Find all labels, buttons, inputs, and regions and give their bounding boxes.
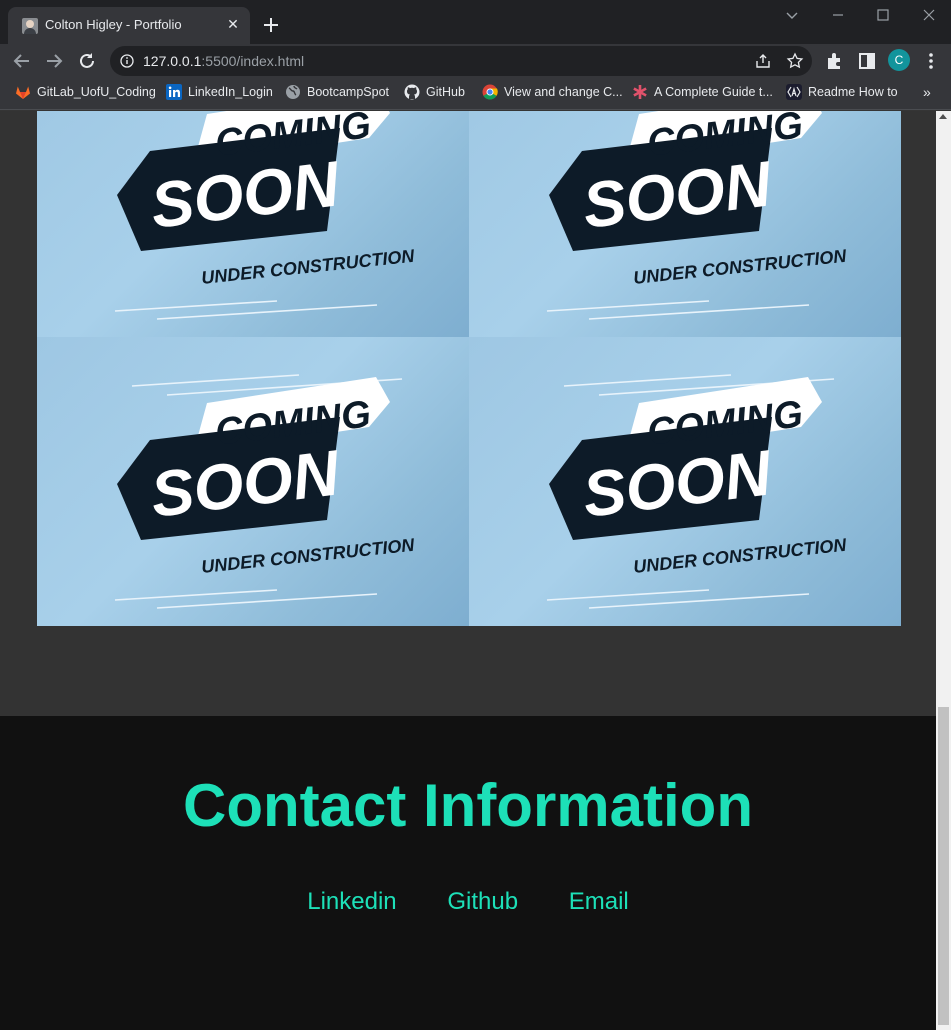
coming-soon-image: COMING SOON UNDER CONSTRUCTION — [469, 337, 901, 626]
coming-soon-graphic: COMINGSOONUNDER CONSTRUCTION — [114, 374, 416, 609]
decor-line — [131, 374, 300, 387]
page-viewport: COMING SOON UNDER CONSTRUCTION COMING SOON U… — [0, 111, 936, 1030]
extensions-puzzle-icon[interactable] — [824, 50, 846, 72]
decor-line — [546, 589, 710, 601]
bookmark-label: Readme How to — [808, 85, 898, 99]
minimize-icon[interactable] — [829, 6, 847, 24]
contact-title: Contact Information — [183, 772, 753, 839]
vertical-scrollbar[interactable] — [936, 111, 951, 1030]
tab-title: Colton Higley - Portfolio — [45, 17, 182, 32]
side-panel-icon[interactable] — [856, 50, 878, 72]
contact-links: Linkedin Github Email — [0, 888, 936, 916]
info-icon[interactable] — [120, 54, 134, 68]
under-construction-text: UNDER CONSTRUCTION — [632, 535, 848, 577]
github-icon — [404, 84, 420, 100]
bookmark-label: GitLab_UofU_Coding — [37, 85, 156, 99]
tab-strip: Colton Higley - Portfolio ✕ — [0, 0, 951, 44]
bookmark-label: View and change C... — [504, 85, 623, 99]
coming-soon-graphic: COMINGSOONUNDER CONSTRUCTION — [114, 111, 416, 320]
profile-avatar[interactable]: C — [888, 49, 910, 71]
coming-soon-image: COMING SOON UNDER CONSTRUCTION — [37, 111, 469, 337]
decor-line — [546, 300, 710, 312]
window-close-icon[interactable] — [920, 6, 938, 24]
readme-icon — [786, 84, 802, 100]
project-gallery: COMING SOON UNDER CONSTRUCTION COMING SOON U… — [37, 111, 901, 626]
bookmarks-bar: GitLab_UofU_Coding LinkedIn_Login Bootca… — [0, 78, 951, 110]
linkedin-icon — [166, 84, 182, 100]
github-link[interactable]: Github — [447, 888, 518, 915]
coming-soon-image: COMING SOON UNDER CONSTRUCTION — [469, 111, 901, 337]
star-icon[interactable] — [786, 52, 804, 70]
profile-photo-favicon-icon — [22, 18, 38, 34]
coming-soon-graphic: COMINGSOONUNDER CONSTRUCTION — [546, 111, 848, 320]
bookmark-label: BootcampSpot — [307, 85, 389, 99]
linkedin-link[interactable]: Linkedin — [307, 888, 396, 915]
back-arrow-icon[interactable] — [9, 48, 35, 74]
address-bar[interactable]: 127.0.0.1:5500/index.html — [110, 46, 812, 76]
globe-icon — [286, 85, 300, 99]
under-construction-text: UNDER CONSTRUCTION — [632, 246, 848, 288]
forward-arrow-icon[interactable] — [41, 48, 67, 74]
decor-line — [114, 300, 278, 312]
scroll-thumb[interactable] — [938, 707, 949, 1025]
kebab-menu-icon[interactable] — [920, 50, 942, 72]
coming-soon-graphic: COMINGSOONUNDER CONSTRUCTION — [546, 374, 848, 609]
maximize-icon[interactable] — [874, 6, 892, 24]
contact-section: Contact Information Linkedin Github Emai… — [0, 716, 936, 1030]
chrome-icon — [482, 84, 498, 100]
url-text: 127.0.0.1:5500/index.html — [143, 53, 305, 69]
bookmark-label: GitHub — [426, 85, 465, 99]
browser-window: Colton Higley - Portfolio ✕ 127.0.0.1:55… — [0, 0, 951, 1030]
close-icon[interactable]: ✕ — [224, 15, 242, 33]
under-construction-text: UNDER CONSTRUCTION — [200, 246, 416, 288]
scroll-up-arrow-icon[interactable] — [939, 114, 947, 119]
bookmark-label: LinkedIn_Login — [188, 85, 273, 99]
decor-line — [114, 589, 278, 601]
toolbar: 127.0.0.1:5500/index.html C — [0, 44, 951, 78]
under-construction-text: UNDER CONSTRUCTION — [200, 535, 416, 577]
more-bookmarks-chevron-icon[interactable]: » — [923, 84, 939, 100]
chevron-down-icon[interactable] — [783, 6, 801, 24]
decor-line — [563, 374, 732, 387]
bookmark-label: A Complete Guide t... — [654, 85, 773, 99]
gitlab-icon — [16, 86, 30, 99]
share-icon[interactable] — [754, 52, 772, 70]
tab-portfolio[interactable]: Colton Higley - Portfolio ✕ — [8, 7, 250, 44]
coming-soon-image: COMING SOON UNDER CONSTRUCTION — [37, 337, 469, 626]
asterisk-icon — [633, 85, 647, 99]
plus-icon[interactable] — [258, 12, 284, 38]
email-link[interactable]: Email — [569, 888, 629, 915]
reload-icon[interactable] — [74, 48, 100, 74]
